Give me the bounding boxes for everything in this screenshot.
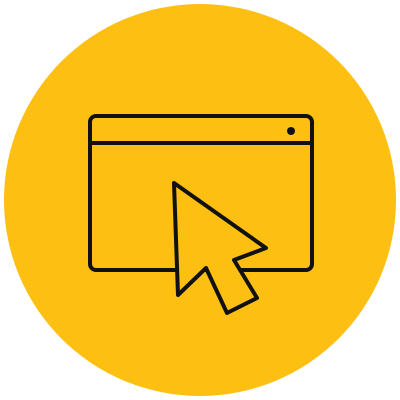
browser-window-dot-icon	[287, 127, 295, 135]
web-click-icon	[4, 4, 396, 396]
icon-canvas	[0, 0, 400, 400]
